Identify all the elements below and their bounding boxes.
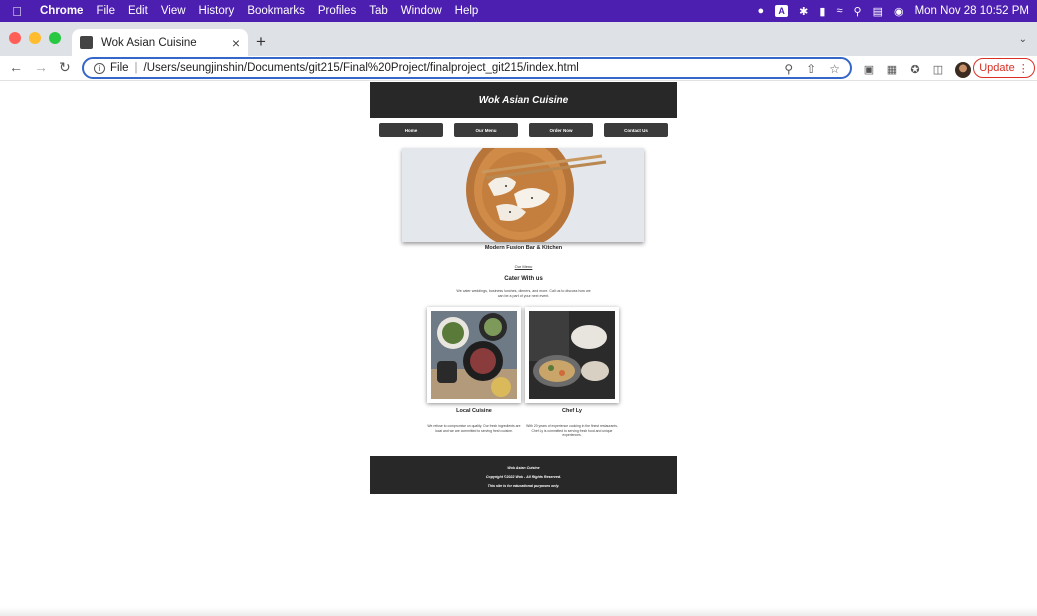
omnibox-icons: ⚲ ⇧ ☆ <box>784 62 840 76</box>
menu-help[interactable]: Help <box>455 5 479 17</box>
menu-file[interactable]: File <box>96 5 115 17</box>
control-center-icon[interactable]: ▤ <box>873 5 883 18</box>
update-button[interactable]: Update ⋮ <box>973 58 1035 78</box>
back-arrow-icon[interactable]: ← <box>9 59 23 75</box>
menu-view[interactable]: View <box>161 5 186 17</box>
site-page: Wok Asian Cuisine Home Our Menu Order No… <box>370 82 677 494</box>
nav-our-menu-button[interactable]: Our Menu <box>454 123 518 137</box>
feature-title-chef-ly: Chef Ly <box>562 408 582 414</box>
input-source-icon[interactable]: A <box>775 5 789 17</box>
address-bar[interactable]: i File | /Users/seungjinshin/Documents/g… <box>82 57 852 79</box>
menu-bookmarks[interactable]: Bookmarks <box>247 5 305 17</box>
footer-copyright: Copyright ©2022 Wok - All Rights Reserve… <box>485 475 562 479</box>
omnibox-divider: | <box>134 62 138 74</box>
clock[interactable]: Mon Nov 28 10:52 PM <box>915 5 1029 17</box>
extension-2-icon[interactable]: ▦ <box>886 64 898 76</box>
nav-contact-us-button[interactable]: Contact Us <box>604 123 668 137</box>
spotlight-icon[interactable]: ⚲ <box>854 5 862 18</box>
browser-toolbar: ← → ↻ i File | /Users/seungjinshin/Docum… <box>0 56 1037 81</box>
app-menu[interactable]: Chrome <box>40 5 83 17</box>
site-header: Wok Asian Cuisine <box>370 82 677 118</box>
menu-tab[interactable]: Tab <box>369 5 388 17</box>
site-nav: Home Our Menu Order Now Contact Us <box>370 123 677 137</box>
reload-icon[interactable]: ↻ <box>59 59 71 76</box>
extension-1-icon[interactable]: ▣ <box>863 64 875 76</box>
battery-icon[interactable]: ▮ <box>819 5 825 18</box>
our-menu-link[interactable]: Our Menu <box>370 264 677 269</box>
url-text[interactable]: /Users/seungjinshin/Documents/git215/Fin… <box>144 62 579 74</box>
forward-arrow-icon[interactable]: → <box>34 59 48 75</box>
extension-icons: ▣ ▦ ✪ ◫ <box>863 62 971 78</box>
active-tab[interactable]: Wok Asian Cuisine × <box>72 29 248 56</box>
hero-image-dumplings <box>402 148 644 242</box>
share-icon[interactable]: ⇧ <box>806 62 816 76</box>
wifi-icon[interactable]: ≈ <box>836 5 842 17</box>
nav-home-button[interactable]: Home <box>379 123 443 137</box>
cater-heading: Cater With us <box>504 276 543 282</box>
update-label: Update <box>979 62 1015 74</box>
feature-desc-chef-ly: With 20 years of experience cooking in t… <box>526 424 618 437</box>
apple-menu-icon[interactable]:  <box>10 4 24 19</box>
menu-profiles[interactable]: Profiles <box>318 5 356 17</box>
menu-edit[interactable]: Edit <box>128 5 148 17</box>
zoom-icon[interactable]: ⚲ <box>784 62 793 76</box>
side-panel-icon[interactable]: ◫ <box>932 64 944 76</box>
siri-icon[interactable]: ◉ <box>894 5 904 18</box>
menu-history[interactable]: History <box>199 5 235 17</box>
site-title: Wok Asian Cuisine <box>478 94 569 106</box>
bluetooth-icon[interactable]: ✱ <box>799 5 808 18</box>
status-area: ● A ✱ ▮ ≈ ⚲ ▤ ◉ Mon Nov 28 10:52 PM <box>758 0 1029 22</box>
chef-ly-photo <box>525 307 619 403</box>
zoom-window-button[interactable] <box>49 32 61 44</box>
nav-order-now-button[interactable]: Order Now <box>529 123 593 137</box>
menu-window[interactable]: Window <box>401 5 442 17</box>
window-controls <box>9 32 61 44</box>
file-scheme-label: File <box>110 62 129 74</box>
bookmark-star-icon[interactable]: ☆ <box>829 62 840 76</box>
minimize-window-button[interactable] <box>29 32 41 44</box>
extensions-puzzle-icon[interactable]: ✪ <box>909 64 921 76</box>
cater-description: We cater weddings, business lunches, din… <box>456 289 591 298</box>
close-window-button[interactable] <box>9 32 21 44</box>
site-info-icon[interactable]: i <box>94 62 105 74</box>
feature-desc-local-cuisine: We refuse to compromise on quality. Our … <box>427 424 521 433</box>
dock-edge <box>0 607 1037 616</box>
tagline: Modern Fusion Bar & Kitchen <box>484 245 563 251</box>
footer-site-name: Wok Asian Cuisine <box>507 466 540 470</box>
tab-strip: Wok Asian Cuisine × + ⌄ <box>0 22 1037 56</box>
macos-menu-bar:  Chrome File Edit View History Bookmark… <box>0 0 1037 22</box>
feature-title-local-cuisine: Local Cuisine <box>456 408 492 414</box>
new-tab-button[interactable]: + <box>256 32 266 52</box>
tab-title: Wok Asian Cuisine <box>101 36 197 49</box>
footer-disclaimer: This site is for educational purposes on… <box>487 484 560 488</box>
messages-icon[interactable]: ● <box>758 5 765 17</box>
local-cuisine-photo <box>427 307 521 403</box>
profile-avatar[interactable] <box>955 62 971 78</box>
site-footer: Wok Asian Cuisine Copyright ©2022 Wok - … <box>370 456 677 494</box>
tab-search-chevron-icon[interactable]: ⌄ <box>1019 34 1027 45</box>
close-tab-icon[interactable]: × <box>232 35 240 51</box>
favicon-icon <box>80 36 93 49</box>
